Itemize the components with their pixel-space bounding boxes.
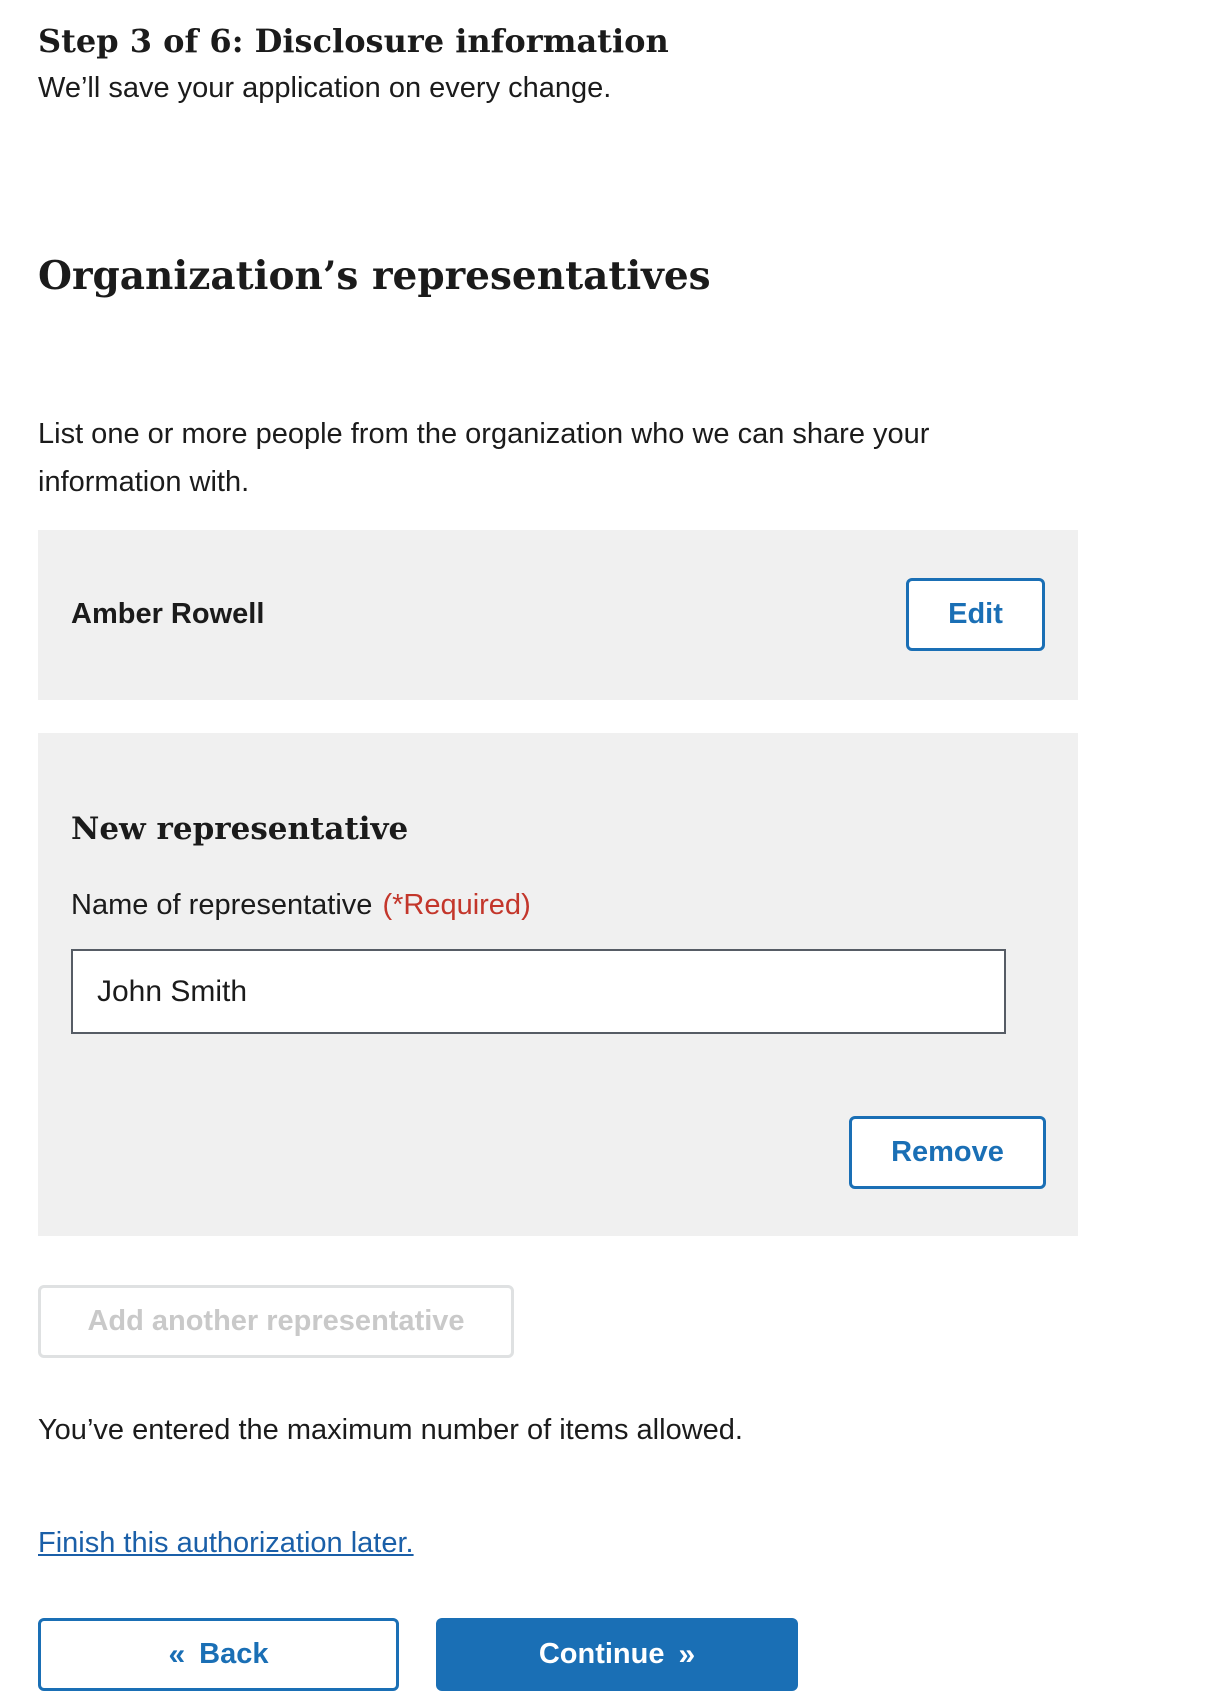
- representative-name: Amber Rowell: [71, 598, 265, 630]
- step-title: Step 3 of 6: Disclosure information: [38, 22, 669, 60]
- chevron-right-icon: »: [678, 1637, 696, 1671]
- field-label-text: Name of representative: [71, 889, 373, 921]
- edit-representative-button[interactable]: Edit: [906, 578, 1045, 651]
- new-representative-heading: New representative: [71, 811, 409, 847]
- chevron-left-icon: «: [168, 1637, 186, 1671]
- section-heading: Organization’s representatives: [38, 253, 711, 299]
- representative-name-input[interactable]: [71, 949, 1006, 1034]
- required-indicator: (*Required): [382, 889, 531, 921]
- back-button-label: Back: [199, 1638, 269, 1670]
- existing-representative-card: Amber Rowell Edit: [38, 530, 1078, 700]
- continue-button-label: Continue: [538, 1638, 665, 1670]
- continue-button[interactable]: Continue »: [436, 1618, 798, 1691]
- remove-representative-button[interactable]: Remove: [849, 1116, 1046, 1189]
- finish-later-link[interactable]: Finish this authorization later.: [38, 1527, 414, 1560]
- new-representative-card: New representative Name of representativ…: [38, 733, 1078, 1236]
- autosave-note: We’ll save your application on every cha…: [38, 72, 612, 104]
- add-another-representative-button: Add another representative: [38, 1285, 514, 1358]
- back-button[interactable]: « Back: [38, 1618, 399, 1691]
- max-items-note: You’ve entered the maximum number of ite…: [38, 1414, 743, 1446]
- representative-name-label: Name of representative (*Required): [71, 889, 531, 922]
- section-intro: List one or more people from the organiz…: [38, 418, 930, 498]
